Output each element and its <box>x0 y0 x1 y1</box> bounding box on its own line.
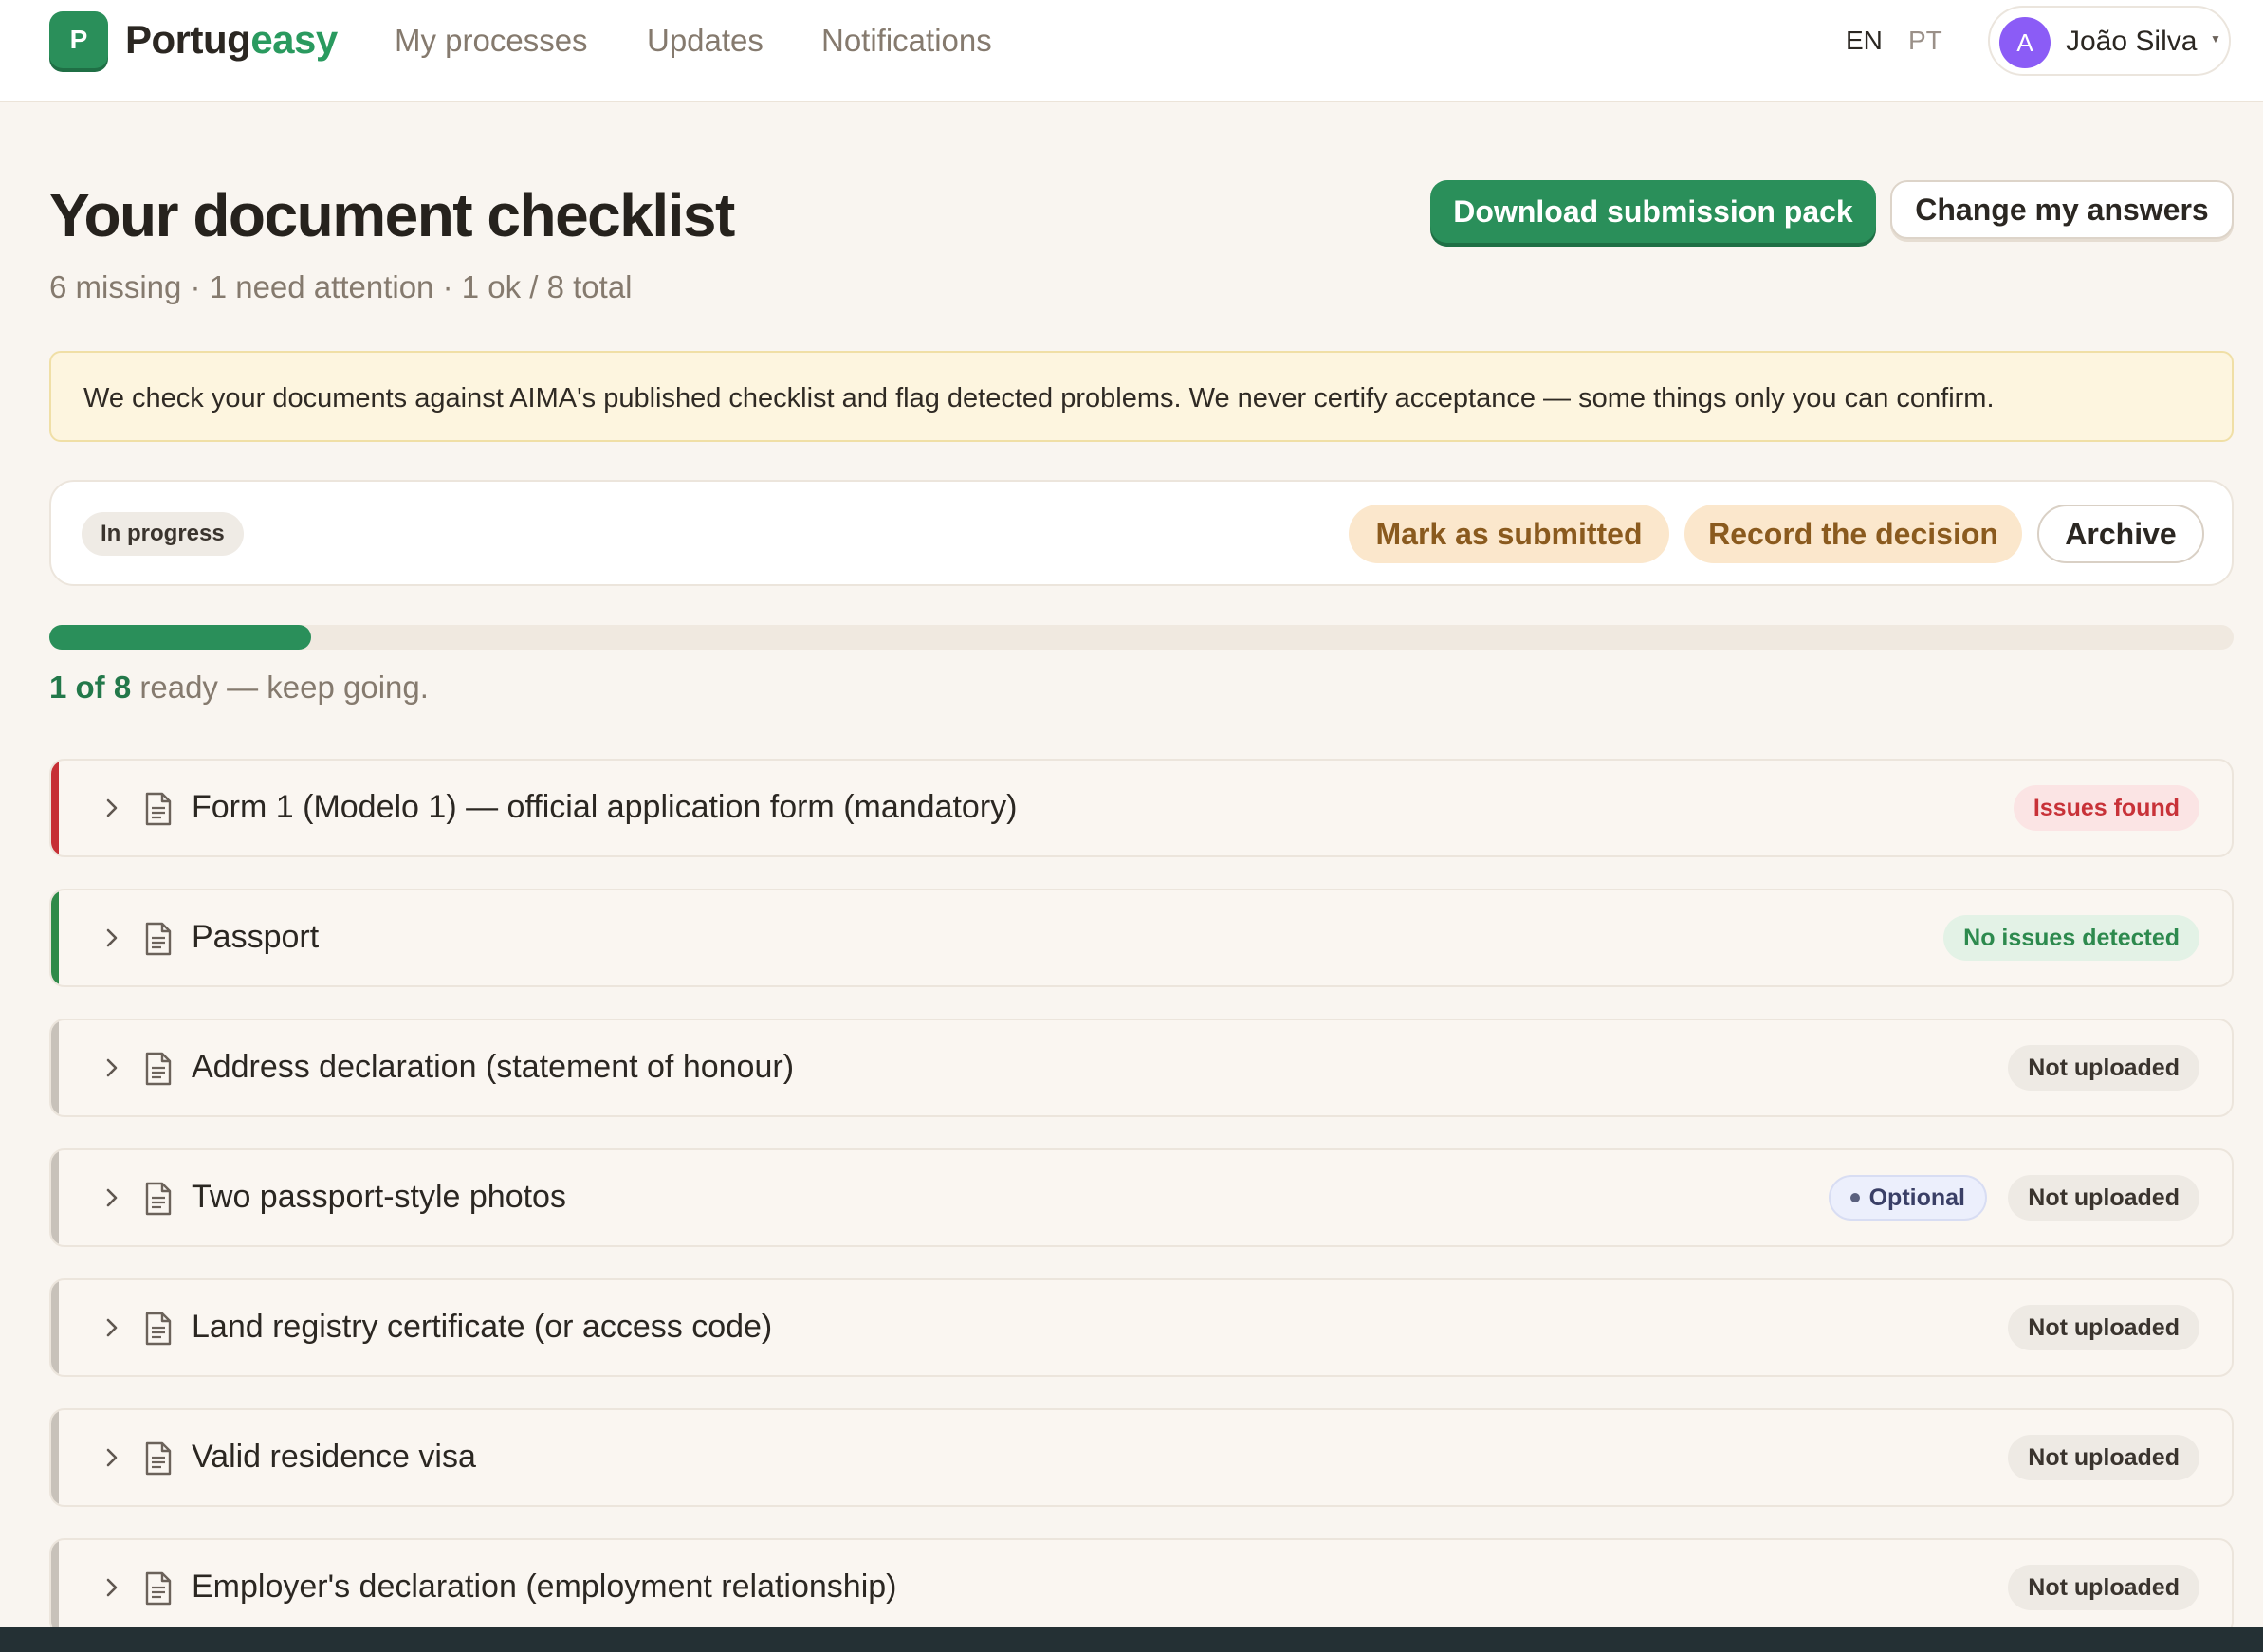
document-row[interactable]: Land registry certificate (or access cod… <box>49 1278 2234 1377</box>
optional-label: Optional <box>1868 1184 1965 1211</box>
chevron-right-icon[interactable] <box>99 1314 125 1341</box>
nav-my-processes[interactable]: My processes <box>395 23 588 59</box>
logo-badge[interactable]: P <box>49 11 108 68</box>
document-status-badge: Not uploaded <box>2008 1565 2199 1610</box>
document-status-badge: No issues detected <box>1943 915 2199 961</box>
document-title: Two passport-style photos <box>192 1179 566 1215</box>
progress-bar-fill <box>49 625 312 650</box>
chevron-right-icon[interactable] <box>99 1444 125 1471</box>
language-pt[interactable]: PT <box>1908 26 1942 56</box>
brand-name[interactable]: Portugeasy <box>125 17 338 63</box>
document-row[interactable]: Valid residence visa Not uploaded <box>49 1408 2234 1507</box>
disclaimer-notice: We check your documents against AIMA's p… <box>49 351 2234 442</box>
document-row[interactable]: Address declaration (statement of honour… <box>49 1019 2234 1117</box>
progress-text: 1 of 8 ready — keep going. <box>49 670 429 706</box>
document-row[interactable]: Form 1 (Modelo 1) — official application… <box>49 759 2234 857</box>
page-title: Your document checklist <box>49 181 735 249</box>
document-icon <box>145 1312 172 1346</box>
brand-name-part1: Portug <box>125 17 251 62</box>
document-icon <box>145 1182 172 1216</box>
archive-button[interactable]: Archive <box>2037 505 2204 563</box>
checklist-summary: 6 missing · 1 need attention · 1 ok / 8 … <box>49 269 633 304</box>
document-title: Address declaration (statement of honour… <box>192 1049 795 1085</box>
document-title: Passport <box>192 919 320 955</box>
document-icon <box>145 922 172 956</box>
document-status-badge: Issues found <box>2013 785 2199 831</box>
mark-as-submitted-button[interactable]: Mark as submitted <box>1349 505 1669 563</box>
document-icon <box>145 1052 172 1086</box>
avatar: A <box>1999 17 2051 68</box>
row-status-accent <box>51 1020 59 1115</box>
chevron-right-icon[interactable] <box>99 1574 125 1601</box>
change-my-answers-button[interactable]: Change my answers <box>1890 180 2234 239</box>
progress-bar <box>49 625 2234 650</box>
row-status-accent <box>51 1150 59 1245</box>
progress-count: 1 of 8 <box>49 670 132 705</box>
progress-message: ready — keep going. <box>131 670 429 705</box>
document-icon <box>145 1571 172 1606</box>
document-title: Form 1 (Modelo 1) — official application… <box>192 789 1018 825</box>
user-menu[interactable]: A João Silva ▼ <box>1988 6 2231 76</box>
top-navigation-bar: P Portugeasy My processes Updates Notifi… <box>0 0 2263 102</box>
row-status-accent <box>51 1410 59 1505</box>
row-status-accent <box>51 1540 59 1635</box>
nav-updates[interactable]: Updates <box>647 23 764 59</box>
document-title: Employer's declaration (employment relat… <box>192 1569 897 1605</box>
nav-notifications[interactable]: Notifications <box>821 23 992 59</box>
brand-name-part2: easy <box>250 17 338 62</box>
process-status-panel: In progress Mark as submitted Record the… <box>49 480 2234 586</box>
document-status-badge: Not uploaded <box>2008 1045 2199 1091</box>
chevron-right-icon[interactable] <box>99 1055 125 1081</box>
caret-down-icon: ▼ <box>2210 32 2221 46</box>
chevron-right-icon[interactable] <box>99 925 125 951</box>
document-row[interactable]: Passport No issues detected <box>49 889 2234 987</box>
document-status-badge: Not uploaded <box>2008 1435 2199 1480</box>
document-title: Land registry certificate (or access cod… <box>192 1309 773 1345</box>
optional-badge: Optional <box>1828 1175 1987 1221</box>
row-status-accent <box>51 761 59 855</box>
language-en[interactable]: EN <box>1846 26 1883 56</box>
document-title: Valid residence visa <box>192 1439 476 1475</box>
user-name: João Silva <box>2066 26 2198 57</box>
taskbar-strip <box>0 1627 2263 1652</box>
status-badge: In progress <box>82 512 244 556</box>
row-status-accent <box>51 1280 59 1375</box>
document-icon <box>145 792 172 826</box>
chevron-right-icon[interactable] <box>99 1184 125 1211</box>
document-icon <box>145 1441 172 1476</box>
optional-dot-icon <box>1849 1193 1860 1202</box>
document-row[interactable]: Employer's declaration (employment relat… <box>49 1538 2234 1637</box>
document-status-badge: Not uploaded <box>2008 1305 2199 1350</box>
document-row[interactable]: Two passport-style photos Not uploaded Opt… <box>49 1148 2234 1247</box>
row-status-accent <box>51 890 59 985</box>
download-submission-pack-button[interactable]: Download submission pack <box>1430 180 1876 243</box>
document-status-badge: Not uploaded <box>2008 1175 2199 1221</box>
chevron-right-icon[interactable] <box>99 795 125 821</box>
record-decision-button[interactable]: Record the decision <box>1684 505 2022 563</box>
